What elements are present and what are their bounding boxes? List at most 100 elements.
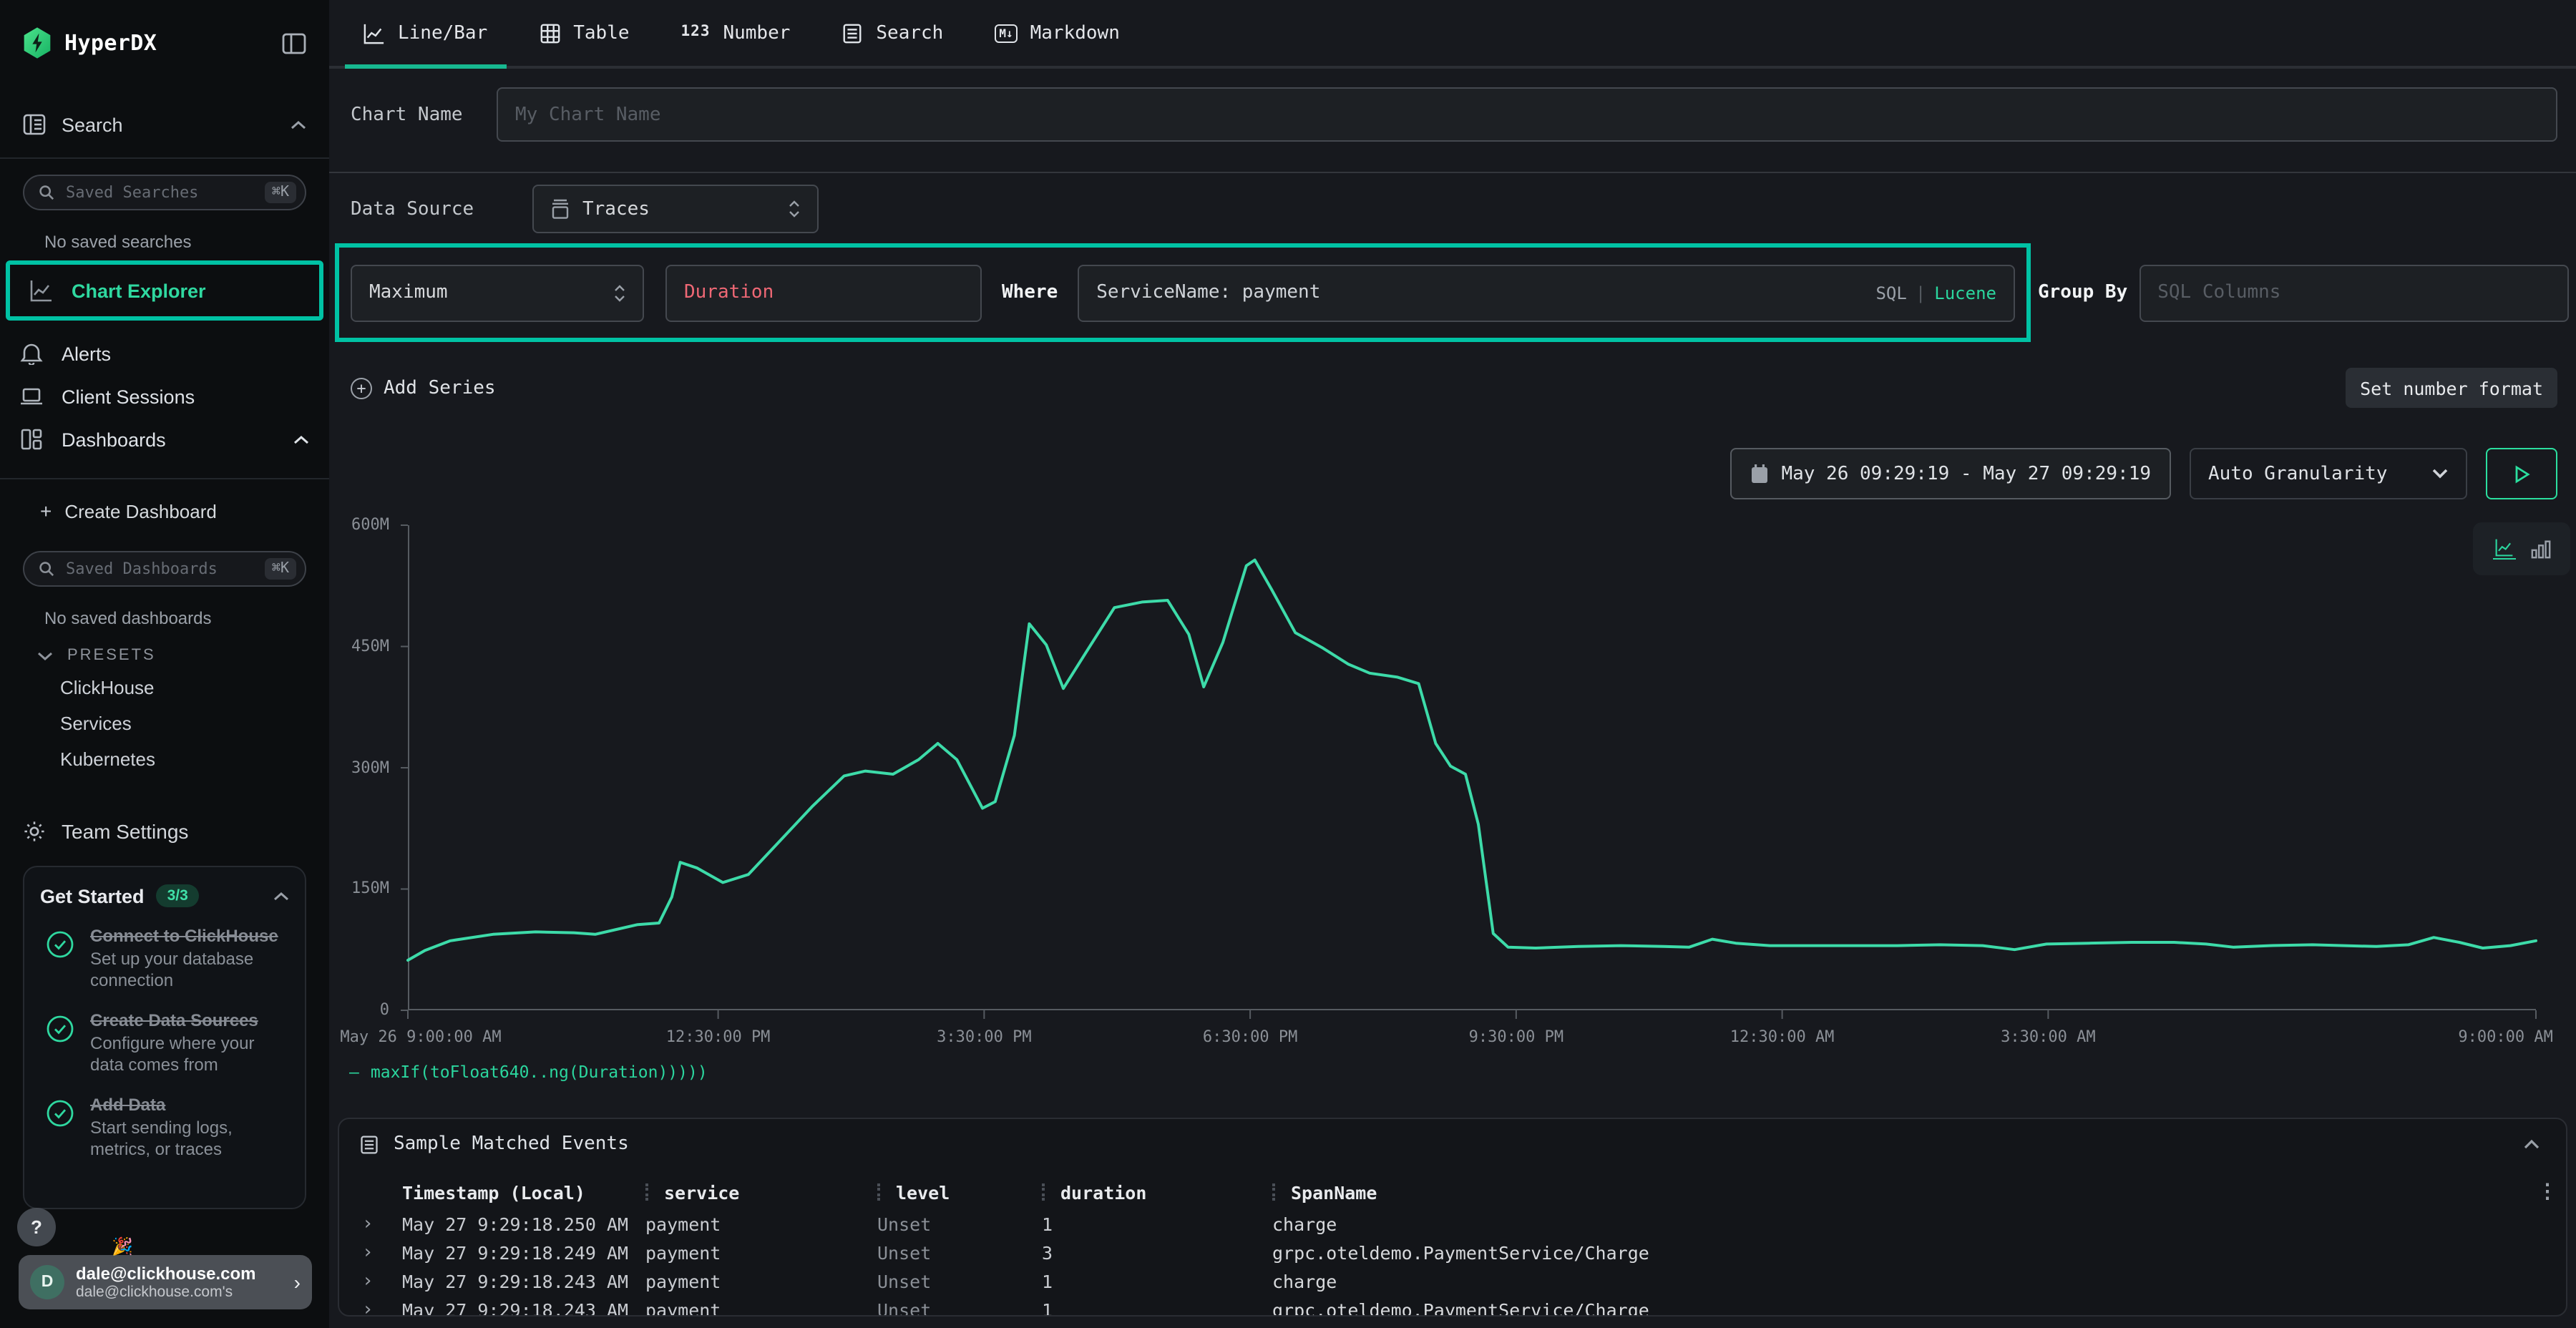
- main-content: Line/Bar Table 123 Number Search M↓ Mark…: [329, 0, 2576, 1328]
- chart-name-input[interactable]: [515, 104, 2539, 125]
- cell-spanname: grpc.oteldemo.PaymentService/Charge: [1272, 1241, 2517, 1263]
- column-header-spanname[interactable]: SpanName: [1272, 1181, 2517, 1203]
- sidebar-item-team-settings[interactable]: Team Settings: [0, 816, 329, 847]
- tab-markdown[interactable]: M↓ Markdown: [976, 0, 1138, 66]
- tab-label: Markdown: [1030, 22, 1120, 44]
- column-header-level[interactable]: level: [877, 1181, 1042, 1203]
- sql-toggle[interactable]: SQL: [1875, 283, 1906, 303]
- sidebar-item-dashboards[interactable]: Dashboards: [0, 418, 329, 461]
- tab-line-bar[interactable]: Line/Bar: [345, 0, 506, 66]
- column-header-duration[interactable]: duration: [1042, 1181, 1272, 1203]
- create-dashboard-button[interactable]: + Create Dashboard: [0, 498, 329, 524]
- cell-level: Unset: [877, 1213, 1042, 1234]
- column-header-service[interactable]: service: [645, 1181, 877, 1203]
- kebab-menu-icon[interactable]: ⋮: [2517, 1181, 2557, 1204]
- chart-name-field[interactable]: [497, 87, 2557, 142]
- check-circle-icon: [46, 1015, 74, 1043]
- x-tick-label: May 26 9:00:00 AM: [340, 1027, 501, 1046]
- aggregation-select[interactable]: Maximum: [351, 264, 644, 321]
- sidebar-item-label: Search: [62, 114, 291, 135]
- group-by-field[interactable]: [2139, 264, 2568, 321]
- set-number-format-button[interactable]: Set number format: [2346, 368, 2557, 408]
- granularity-select[interactable]: Auto Granularity: [2190, 448, 2467, 499]
- x-tick-label: 9:30:00 PM: [1469, 1027, 1563, 1046]
- presets-toggle[interactable]: PRESETS: [37, 647, 306, 664]
- x-tick-label: 12:30:00 AM: [1730, 1027, 1835, 1046]
- chevron-up-icon[interactable]: [273, 891, 289, 901]
- select-chevrons-icon: [614, 284, 625, 301]
- collapse-sidebar-icon[interactable]: [282, 32, 306, 54]
- column-resize-handle[interactable]: [877, 1183, 880, 1201]
- user-menu[interactable]: D dale@clickhouse.com dale@clickhouse.co…: [19, 1255, 312, 1309]
- table-row[interactable]: ›May 27 9:29:18.250 AMpaymentUnset1charg…: [339, 1209, 2566, 1238]
- list-icon: [841, 22, 863, 44]
- column-resize-handle[interactable]: [645, 1183, 648, 1201]
- events-header: Sample Matched Events: [339, 1119, 2566, 1163]
- column-header-timestamp[interactable]: Timestamp (Local): [402, 1181, 645, 1203]
- row-expand-icon[interactable]: ›: [356, 1299, 402, 1317]
- line-style-icon[interactable]: [2492, 538, 2515, 560]
- saved-searches-input[interactable]: Saved Searches ⌘K: [23, 175, 306, 210]
- tab-table[interactable]: Table: [520, 0, 648, 66]
- table-row[interactable]: ›May 27 9:29:18.243 AMpaymentUnset1grpc.…: [339, 1295, 2566, 1317]
- add-series-label: Add Series: [384, 377, 496, 399]
- table-row[interactable]: ›May 27 9:29:18.249 AMpaymentUnset3grpc.…: [339, 1238, 2566, 1266]
- group-by-input[interactable]: [2157, 282, 2550, 303]
- chart: 600M450M300M150M0 May 26 9:00:00 AM12:30…: [329, 519, 2576, 1092]
- get-started-item-title: Add Data: [90, 1095, 289, 1116]
- sidebar-item-alerts[interactable]: Alerts: [0, 332, 329, 375]
- cell-timestamp: May 27 9:29:18.243 AM: [402, 1270, 645, 1292]
- where-label: Where: [1002, 282, 1058, 303]
- sidebar-item-search[interactable]: Search: [0, 109, 329, 140]
- field-select[interactable]: Duration: [665, 264, 982, 321]
- cell-duration: 3: [1042, 1241, 1272, 1263]
- tab-number[interactable]: 123 Number: [663, 0, 809, 66]
- help-button[interactable]: ?: [17, 1208, 56, 1246]
- table-list-icon: [359, 1134, 379, 1154]
- add-series-button[interactable]: + Add Series: [351, 377, 496, 399]
- get-started-item-desc: Set up your database connection: [90, 949, 289, 992]
- get-started-item-desc: Start sending logs, metrics, or traces: [90, 1118, 289, 1161]
- cell-spanname: charge: [1272, 1270, 2517, 1292]
- get-started-item[interactable]: Create Data Sources Configure where your…: [40, 1010, 289, 1076]
- shortcut-badge: ⌘K: [265, 182, 296, 203]
- date-range-picker[interactable]: May 26 09:29:19 - May 27 09:29:19: [1729, 448, 2171, 499]
- get-started-item[interactable]: Add Data Start sending logs, metrics, or…: [40, 1095, 289, 1161]
- preset-item-clickhouse[interactable]: ClickHouse: [60, 677, 306, 700]
- row-expand-icon[interactable]: ›: [356, 1241, 402, 1263]
- preset-item-kubernetes[interactable]: Kubernetes: [60, 748, 306, 771]
- line-chart-plot[interactable]: [399, 519, 2545, 1023]
- column-resize-handle[interactable]: [1272, 1183, 1275, 1201]
- collapse-chevron-icon[interactable]: [2523, 1138, 2540, 1150]
- table-row[interactable]: ›May 27 9:29:18.243 AMpaymentUnset1charg…: [339, 1266, 2566, 1295]
- chart-legend[interactable]: — maxIf(toFloat640..ng(Duration))))): [349, 1062, 708, 1082]
- lucene-toggle[interactable]: Lucene: [1934, 283, 1996, 303]
- chart-type-tabs: Line/Bar Table 123 Number Search M↓ Mark…: [329, 0, 2576, 69]
- calendar-icon: [1750, 464, 1768, 484]
- cell-timestamp: May 27 9:29:18.250 AM: [402, 1213, 645, 1234]
- cell-level: Unset: [877, 1299, 1042, 1317]
- get-started-item[interactable]: Connect to ClickHouse Set up your databa…: [40, 926, 289, 992]
- where-field[interactable]: ServiceName: payment SQL|Lucene: [1078, 264, 2015, 321]
- tab-search[interactable]: Search: [823, 0, 962, 66]
- run-query-button[interactable]: [2486, 448, 2557, 499]
- data-source-select[interactable]: Traces: [532, 185, 819, 233]
- sidebar-item-chart-explorer[interactable]: Chart Explorer: [10, 265, 319, 316]
- x-tick-label: 6:30:00 PM: [1203, 1027, 1297, 1046]
- create-dashboard-label: Create Dashboard: [64, 500, 216, 522]
- divider: [0, 478, 329, 479]
- plus-icon: +: [40, 499, 52, 522]
- get-started-progress-badge: 3/3: [156, 884, 200, 907]
- query-language-toggle[interactable]: SQL|Lucene: [1875, 283, 1996, 303]
- field-value: Duration: [684, 282, 774, 303]
- preset-item-services[interactable]: Services: [60, 713, 306, 736]
- bar-style-icon[interactable]: [2529, 538, 2551, 560]
- row-expand-icon[interactable]: ›: [356, 1213, 402, 1234]
- chart-name-row: Chart Name: [351, 87, 2557, 142]
- sidebar-item-client-sessions[interactable]: Client Sessions: [0, 375, 329, 418]
- confetti-emoji: 🎉: [112, 1236, 133, 1256]
- row-expand-icon[interactable]: ›: [356, 1270, 402, 1292]
- column-resize-handle[interactable]: [1042, 1183, 1045, 1201]
- sidebar: HyperDX Search Saved Searches ⌘K No save…: [0, 0, 329, 1328]
- saved-dashboards-input[interactable]: Saved Dashboards ⌘K: [23, 551, 306, 587]
